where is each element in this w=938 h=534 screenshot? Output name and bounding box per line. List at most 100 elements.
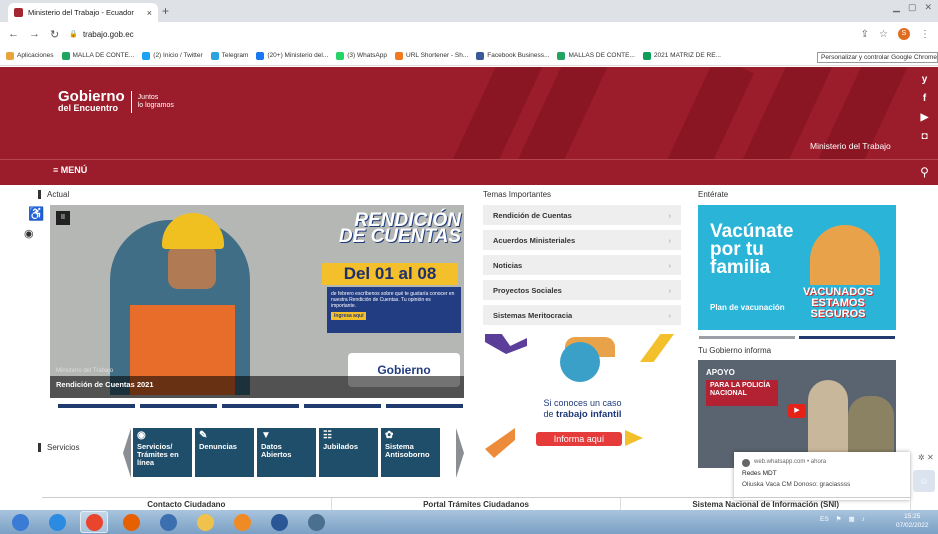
bookmark-item[interactable]: (20+) Ministerio del... bbox=[256, 51, 328, 60]
play-icon[interactable]: ▶ bbox=[788, 404, 806, 418]
app9-icon bbox=[307, 513, 325, 531]
app5-taskbar-button[interactable] bbox=[154, 511, 182, 533]
service-4[interactable]: ☷ Jubilados bbox=[319, 428, 378, 477]
tema-item[interactable]: Sistemas Meritocracia › bbox=[483, 305, 681, 325]
slider-dot[interactable] bbox=[58, 404, 135, 408]
slider-dot-active[interactable] bbox=[799, 336, 895, 339]
gear-icon[interactable]: ✲ bbox=[918, 453, 925, 462]
share-icon[interactable]: ⇪ bbox=[861, 29, 869, 40]
chevron-right-icon: › bbox=[668, 260, 672, 270]
accessibility-icon[interactable]: ♿ bbox=[28, 206, 44, 222]
clock[interactable]: 15:25 07/02/2022 bbox=[896, 512, 929, 530]
media-taskbar-button[interactable] bbox=[228, 511, 256, 533]
services-next-arrow[interactable] bbox=[456, 428, 464, 478]
informa-aqui-button[interactable]: Informa aquí bbox=[536, 432, 622, 446]
bookmark-icon bbox=[476, 51, 485, 60]
star-icon[interactable]: ☆ bbox=[879, 29, 888, 40]
forward-icon[interactable]: → bbox=[29, 28, 40, 40]
service-icon: ◉ bbox=[137, 430, 146, 441]
back-icon[interactable]: ← bbox=[8, 28, 19, 40]
tema-item[interactable]: Acuerdos Ministeriales › bbox=[483, 230, 681, 250]
pause-button[interactable]: II bbox=[56, 211, 70, 225]
search-icon[interactable]: ⚲ bbox=[911, 160, 938, 185]
close-window-icon[interactable]: ✕ bbox=[924, 2, 932, 13]
bookmark-icon bbox=[642, 51, 651, 60]
bookmark-item[interactable]: MALLA DE CONTE... bbox=[61, 51, 134, 60]
flag-icon[interactable]: ⚑ bbox=[836, 515, 842, 523]
instagram-icon[interactable]: ◘ bbox=[921, 131, 927, 142]
chat-widget-button[interactable]: ☺ bbox=[913, 470, 935, 492]
service-5[interactable]: ✿ Sistema Antisoborno bbox=[381, 428, 440, 477]
link-portal-tramites[interactable]: Portal Trámites Ciudadanos bbox=[332, 498, 622, 510]
services-section-title: Servicios bbox=[38, 443, 80, 453]
bookmark-item[interactable]: MALLAS DE CONTE... bbox=[557, 51, 635, 60]
bookmark-icon bbox=[142, 51, 151, 60]
bookmark-item[interactable]: Telegram bbox=[210, 51, 248, 60]
slider-dot[interactable] bbox=[386, 404, 463, 408]
gobierno-logo[interactable]: Gobierno del Encuentro Juntos lo logramo… bbox=[58, 89, 174, 113]
browser-tab[interactable]: Ministerio del Trabajo - Ecuador × bbox=[8, 3, 158, 22]
bookmark-icon bbox=[395, 51, 404, 60]
volume-icon[interactable]: ♪ bbox=[862, 516, 865, 523]
temas-title: Temas Importantes bbox=[483, 190, 552, 199]
worker-face bbox=[168, 245, 216, 289]
tab-close-icon[interactable]: × bbox=[147, 8, 152, 18]
bookmark-item[interactable]: 2021 MATRIZ DE RE... bbox=[642, 51, 721, 60]
favicon-icon bbox=[14, 8, 23, 17]
minimize-icon[interactable]: ▁ bbox=[893, 2, 900, 13]
tema-item[interactable]: Proyectos Sociales › bbox=[483, 280, 681, 300]
profile-avatar[interactable]: S bbox=[898, 28, 910, 40]
bookmark-item[interactable]: URL Shortener - Sh... bbox=[395, 51, 468, 60]
bookmark-label: 2021 MATRIZ DE RE... bbox=[653, 52, 721, 59]
chrome-icon bbox=[742, 458, 750, 467]
notif-source: web.whatsapp.com • ahora bbox=[754, 459, 827, 465]
maximize-icon[interactable]: ▢ bbox=[908, 2, 917, 13]
chrome-taskbar-button[interactable] bbox=[80, 511, 108, 533]
menu-button[interactable]: ≡ MENÚ bbox=[53, 165, 87, 175]
tema-item[interactable]: Noticias › bbox=[483, 255, 681, 275]
infantil-line2-bold: trabajo infantil bbox=[556, 409, 622, 420]
facebook-icon[interactable]: f bbox=[923, 93, 926, 104]
vacunate-banner[interactable]: Vacúnate por tu familia Plan de vacunaci… bbox=[698, 205, 896, 330]
service-label: Datos Abiertos bbox=[261, 442, 292, 459]
slider-dot[interactable] bbox=[699, 336, 795, 339]
bookmark-icon bbox=[336, 51, 345, 60]
eye-icon[interactable]: ◉ bbox=[24, 227, 34, 240]
link-sni[interactable]: Sistema Nacional de Información (SNI) bbox=[621, 498, 912, 510]
address-bar[interactable]: 🔒 trabajo.gob.ec bbox=[69, 30, 850, 39]
reload-icon[interactable]: ↻ bbox=[50, 28, 59, 41]
services-prev-arrow[interactable] bbox=[123, 428, 131, 478]
bookmark-item[interactable]: Facebook Business... bbox=[476, 51, 549, 60]
bookmark-label: MALLAS DE CONTE... bbox=[568, 52, 635, 59]
slider-dot[interactable] bbox=[304, 404, 381, 408]
folder-taskbar-button[interactable] bbox=[191, 511, 219, 533]
network-icon[interactable]: ▦ bbox=[849, 515, 855, 523]
service-3[interactable]: ▼ Datos Abiertos bbox=[257, 428, 316, 477]
youtube-icon[interactable]: ▶ bbox=[921, 112, 929, 123]
bookmark-item[interactable]: Aplicaciones bbox=[6, 51, 54, 60]
app9-taskbar-button[interactable] bbox=[302, 511, 330, 533]
tema-item[interactable]: Rendición de Cuentas › bbox=[483, 205, 681, 225]
notification-toast[interactable]: web.whatsapp.com • ahora Redes MDT Olius… bbox=[734, 452, 910, 500]
ie-taskbar-button[interactable] bbox=[43, 511, 71, 533]
link-contacto[interactable]: Contacto Ciudadano bbox=[42, 498, 332, 510]
firefox-taskbar-button[interactable] bbox=[117, 511, 145, 533]
word-taskbar-button[interactable] bbox=[265, 511, 293, 533]
video-headline: APOYO bbox=[706, 368, 735, 377]
services-label: Servicios bbox=[47, 443, 80, 452]
menu-kebab-icon[interactable]: ⋮ bbox=[920, 29, 930, 40]
close-icon[interactable]: ✕ bbox=[927, 453, 934, 462]
bookmark-item[interactable]: (2) Inicio / Twitter bbox=[142, 51, 203, 60]
folder-icon bbox=[196, 513, 214, 531]
slide-caption[interactable]: Ministerio del Trabajo Rendición de Cuen… bbox=[50, 368, 464, 398]
language-indicator[interactable]: ES bbox=[820, 516, 829, 523]
start-taskbar-button[interactable] bbox=[6, 511, 34, 533]
service-1[interactable]: ◉ Servicios/ Trámites en línea bbox=[133, 428, 192, 477]
service-2[interactable]: ✎ Denuncias bbox=[195, 428, 254, 477]
slider-dot[interactable] bbox=[140, 404, 217, 408]
twitter-icon[interactable]: y bbox=[922, 74, 928, 85]
new-tab-button[interactable]: + bbox=[162, 4, 169, 18]
bookmark-item[interactable]: (3) WhatsApp bbox=[336, 51, 387, 60]
slider-dot[interactable] bbox=[222, 404, 299, 408]
banner-cta[interactable]: Ingresa aquí bbox=[331, 312, 367, 320]
